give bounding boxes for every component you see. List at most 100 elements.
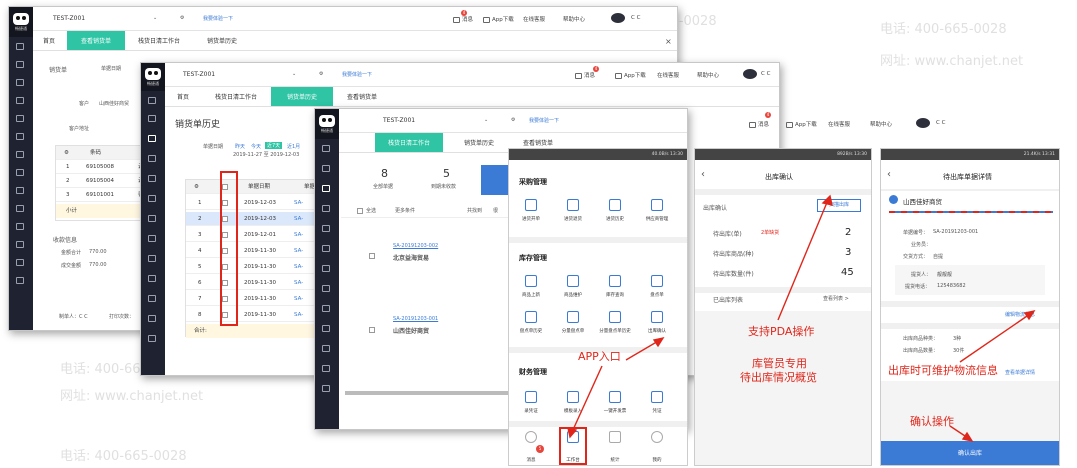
nav-stats[interactable]: 统计 [598, 457, 632, 463]
close-icon[interactable]: × [665, 37, 672, 46]
stat-tile[interactable] [481, 165, 511, 195]
gift-icon[interactable] [322, 165, 330, 172]
nav-profile[interactable]: 我的 [640, 457, 674, 463]
home-icon[interactable] [148, 97, 156, 104]
partial-check-icon[interactable] [567, 311, 579, 323]
settings-icon[interactable]: ⚙ [194, 180, 199, 194]
back-icon[interactable]: ‹ [887, 169, 891, 180]
report-icon[interactable] [148, 235, 156, 242]
view-detail-link[interactable]: 查看单据详情 [1005, 369, 1035, 376]
calc-icon[interactable] [148, 275, 156, 282]
doc-icon[interactable] [322, 245, 330, 252]
gear-icon[interactable]: ⚙ [319, 71, 323, 77]
filter-yesterday[interactable]: 昨天 [235, 143, 245, 150]
doc-icon[interactable] [16, 133, 24, 140]
online-service-button[interactable]: 在线客服 [657, 71, 679, 79]
online-service-button[interactable]: 在线客服 [828, 120, 850, 128]
tab-daily-workbench[interactable]: 栈货日清工作台 [375, 133, 443, 152]
tab-sales-history[interactable]: 销货单历史 [271, 87, 333, 106]
app-download-button[interactable]: App下载 [615, 71, 646, 79]
check-history-icon[interactable] [525, 311, 537, 323]
org-select[interactable]: TEST-Z001 [183, 71, 215, 78]
order-link[interactable]: SA-20191203-002 [393, 243, 438, 249]
inventory-check-icon[interactable] [651, 275, 663, 287]
wallet-icon[interactable] [322, 305, 330, 312]
wallet-icon[interactable] [148, 255, 156, 262]
stock-query-icon[interactable] [609, 275, 621, 287]
voucher-list-icon[interactable] [651, 391, 663, 403]
user-name[interactable]: C C [631, 15, 640, 21]
scan-outbound-button[interactable]: 扫描出库 [817, 199, 861, 212]
box-icon[interactable] [322, 205, 330, 212]
app-download-button[interactable]: App下载 [483, 15, 514, 23]
purchase-return-icon[interactable] [567, 199, 579, 211]
gift-icon[interactable] [16, 61, 24, 68]
user-name[interactable]: C C [761, 71, 770, 77]
settings-icon[interactable] [148, 335, 156, 342]
order-link[interactable]: SA-20191203-001 [393, 316, 438, 322]
row-checkbox[interactable] [369, 253, 375, 259]
supplier-icon[interactable] [651, 199, 663, 211]
org-select[interactable]: TEST-Z001 [53, 15, 85, 22]
settings-icon[interactable]: ⚙ [64, 146, 69, 160]
calc-icon[interactable] [322, 325, 330, 332]
grid-icon[interactable] [148, 315, 156, 322]
message-button[interactable]: 消息 [575, 71, 595, 79]
chart-icon[interactable] [16, 151, 24, 158]
try-link[interactable]: 我要体验一下 [203, 15, 233, 22]
calc-icon[interactable] [16, 205, 24, 212]
org-select[interactable]: TEST-Z001 [383, 117, 415, 124]
product-edit-icon[interactable] [567, 275, 579, 287]
help-center-button[interactable]: 帮助中心 [563, 15, 585, 23]
avatar[interactable] [916, 118, 930, 128]
message-button[interactable]: 消息 [749, 120, 769, 128]
row-checkbox[interactable] [369, 327, 375, 333]
gear-icon[interactable]: ⚙ [180, 15, 184, 21]
box-icon[interactable] [148, 155, 156, 162]
product-new-icon[interactable] [525, 275, 537, 287]
nav-stats-icon[interactable] [609, 431, 621, 443]
avatar[interactable] [611, 13, 625, 23]
doc-icon[interactable] [148, 195, 156, 202]
avatar[interactable] [743, 69, 757, 79]
outbound-confirm-icon[interactable] [651, 311, 663, 323]
voucher-icon[interactable] [525, 391, 537, 403]
stat-overdue-count[interactable]: 5 [443, 167, 450, 180]
user-name[interactable]: C C [936, 120, 945, 126]
list-icon[interactable] [16, 223, 24, 230]
cart-icon[interactable] [322, 185, 330, 192]
tab-view-sales-order[interactable]: 查看销货单 [67, 31, 125, 50]
message-button[interactable]: 消息 [453, 15, 473, 23]
template-icon[interactable] [567, 391, 579, 403]
view-list-link[interactable]: 查看列表 > [823, 295, 849, 302]
report-icon[interactable] [16, 169, 24, 176]
settings-icon[interactable] [16, 259, 24, 266]
grid-icon[interactable] [16, 241, 24, 248]
tab-sales-history[interactable]: 销货单历史 [449, 133, 509, 152]
filter-today[interactable]: 今天 [251, 143, 261, 150]
try-link[interactable]: 我要体验一下 [342, 71, 372, 78]
customer-value[interactable]: 山西佳好商贸 [99, 100, 129, 107]
online-service-button[interactable]: 在线客服 [523, 15, 545, 23]
cart-icon[interactable] [148, 135, 156, 142]
nav-message-icon[interactable] [525, 431, 537, 443]
chart-icon[interactable] [322, 265, 330, 272]
help-center-button[interactable]: 帮助中心 [870, 120, 892, 128]
grid-icon[interactable] [322, 365, 330, 372]
home-icon[interactable] [322, 145, 330, 152]
cart-icon[interactable] [16, 79, 24, 86]
select-all-checkbox[interactable] [357, 208, 363, 214]
tab-home[interactable]: 首页 [165, 87, 201, 106]
help-center-button[interactable]: 帮助中心 [697, 71, 719, 79]
list-icon[interactable] [322, 345, 330, 352]
store-icon[interactable] [148, 175, 156, 182]
list-icon[interactable] [148, 295, 156, 302]
try-link[interactable]: 我要体验一下 [529, 117, 559, 124]
invoice-icon[interactable] [609, 391, 621, 403]
settings-icon[interactable] [322, 385, 330, 392]
stat-all-count[interactable]: 8 [381, 167, 388, 180]
scrollbar[interactable] [345, 391, 509, 395]
wallet-icon[interactable] [16, 187, 24, 194]
store-icon[interactable] [16, 115, 24, 122]
menu-icon[interactable] [16, 277, 24, 284]
